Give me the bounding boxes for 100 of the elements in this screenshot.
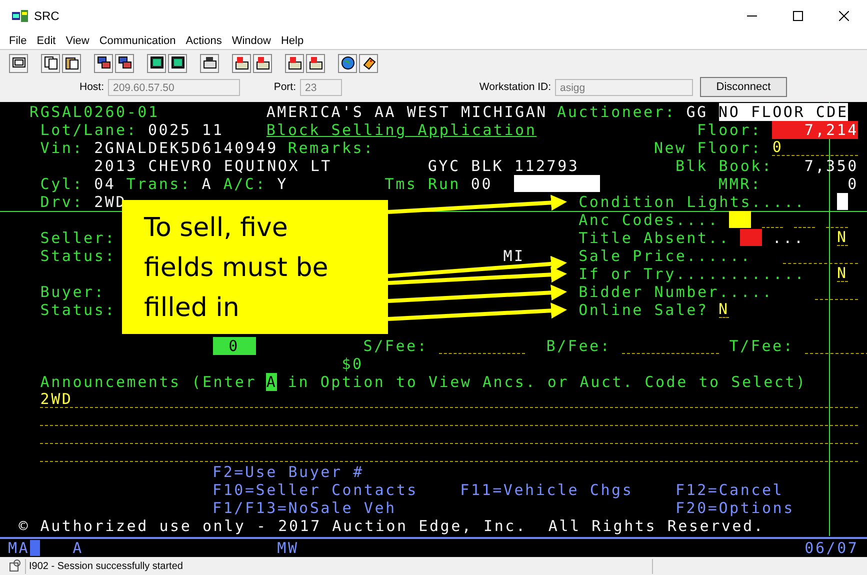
keyboard-button[interactable] [200, 54, 219, 72]
screen-button[interactable] [9, 54, 28, 72]
close-icon [839, 11, 849, 21]
cassette-button[interactable] [285, 54, 304, 72]
function-key-hint[interactable]: F2=Use Buyer # [212, 463, 364, 481]
field-label: $0 [342, 355, 364, 373]
field-label: Anc Codes.... [578, 211, 719, 229]
field-value: 2GNALDEK5D6140949 [94, 139, 278, 157]
field-label: Online Sale? [578, 301, 708, 319]
clipboard-icon [64, 56, 78, 70]
input-field[interactable]: A [266, 373, 278, 391]
field-label: Remarks: [288, 139, 374, 157]
clipboard-button[interactable] [62, 54, 81, 72]
documents-icon [44, 56, 58, 70]
field-label: Title Absent.. [578, 229, 730, 247]
screen-title-link[interactable]: Block Selling Application [266, 121, 536, 139]
cassette-icon [234, 56, 248, 70]
field-label: Drv: [40, 193, 84, 211]
menu-item[interactable]: Window [228, 34, 275, 46]
menu-item[interactable]: Actions [182, 34, 226, 46]
menu-item[interactable]: View [62, 34, 94, 46]
terminal-button[interactable] [147, 54, 166, 72]
status-indicator: MA [8, 539, 30, 557]
input-field[interactable]: N [836, 265, 848, 282]
workstation-field[interactable]: asigg [555, 78, 693, 96]
globe-icon [340, 56, 354, 70]
input-field[interactable]: N [836, 229, 848, 246]
menu-item[interactable]: Edit [32, 34, 60, 46]
field-label: Cyl: [40, 175, 84, 193]
cassette-button[interactable] [253, 54, 272, 72]
cassette-button[interactable] [306, 54, 325, 72]
globe-button[interactable] [338, 54, 357, 72]
field-label: Buyer: [40, 283, 105, 301]
field-value: 04 [94, 175, 116, 193]
tag-icon [362, 56, 376, 70]
terminal-icon [170, 56, 184, 70]
field-label: New Floor: [654, 139, 762, 157]
field-label: Condition Lights..... [578, 193, 805, 211]
input-field[interactable]: 0 [772, 139, 858, 156]
field-value: 2013 CHEVRO EQUINOX LT [94, 157, 331, 175]
field-label: MMR: [718, 175, 762, 193]
screen-icon [12, 56, 26, 70]
input-field[interactable]: 0 [212, 337, 256, 355]
host-field[interactable]: 209.60.57.50 [108, 78, 240, 96]
alert-value: 7,214 [772, 121, 858, 139]
function-key-hint[interactable]: F11=Vehicle Chgs [460, 481, 632, 499]
status-indicator: 06/07 [804, 539, 858, 557]
status-indicator: MW [277, 539, 299, 557]
highlighted-value: NO FLOOR CDE [718, 103, 848, 121]
terminal-button[interactable] [168, 54, 187, 72]
field-label: Workstation ID: [478, 81, 551, 93]
field-value: A [202, 175, 213, 193]
documents-button[interactable] [41, 54, 60, 72]
disconnect-button[interactable]: Disconnect [700, 77, 787, 97]
menu-item[interactable]: Help [276, 34, 308, 46]
field-value: GG [686, 103, 708, 121]
field-value: Authorized use only - 2017 Auction Edge, Inc. All Rights Reserved. [40, 517, 762, 535]
field-label: Seller: [40, 229, 116, 247]
field-value: 00 [470, 175, 492, 193]
function-key-hint[interactable]: F12=Cancel [675, 481, 784, 499]
function-key-hint[interactable]: F20=Options [675, 499, 794, 517]
field-label: If or Try............ [578, 265, 805, 283]
field-label: Status: [40, 301, 116, 319]
field-label: Auctioneer: [557, 103, 676, 121]
field-label: Lot/Lane: [40, 121, 138, 139]
field-label: Sale Price...... [578, 247, 751, 265]
function-key-hint[interactable]: F10=Seller Contacts [212, 481, 418, 499]
maximize-icon [793, 11, 803, 21]
field-label: A/C: [223, 175, 266, 193]
cursor-block [30, 540, 40, 556]
computers-button[interactable] [115, 54, 134, 72]
field-label: Announcements (Enter [40, 373, 256, 391]
computers-button[interactable] [94, 54, 113, 72]
field-value: 0025 11 [148, 121, 224, 139]
app-icon [12, 9, 28, 23]
field-label: Tms Run [384, 175, 460, 193]
port-field[interactable]: 23 [300, 78, 342, 96]
status-message: I902 - Session successfully started [25, 558, 653, 574]
cassette-icon [288, 56, 302, 70]
input-field[interactable]: 2WD [40, 391, 858, 408]
field-value: © [18, 517, 30, 535]
field-label: Blk Book: [675, 157, 772, 175]
callout-box: To sell, five fields must be filled in [122, 200, 388, 334]
terminal-icon [150, 56, 164, 70]
field-label: Status: [40, 247, 116, 265]
field-label: Floor: [697, 121, 762, 139]
cassette-button[interactable] [232, 54, 251, 72]
field-value: 0 [846, 175, 858, 193]
field-label: Host: [78, 81, 104, 93]
input-field[interactable]: N [718, 301, 730, 318]
field-value: MI [503, 247, 525, 265]
field-label: Port: [272, 81, 296, 93]
menu-item[interactable]: File [5, 34, 31, 46]
field-value: AMERICA'S AA WEST MICHIGAN [266, 103, 546, 121]
field-label: T/Fee: [729, 337, 794, 355]
field-label: Vin: [40, 139, 84, 157]
function-key-hint[interactable]: F1/F13=NoSale Veh [212, 499, 396, 517]
menu-item[interactable]: Communication [95, 34, 180, 46]
tag-button[interactable] [359, 54, 378, 72]
field-value: Y [277, 175, 288, 193]
